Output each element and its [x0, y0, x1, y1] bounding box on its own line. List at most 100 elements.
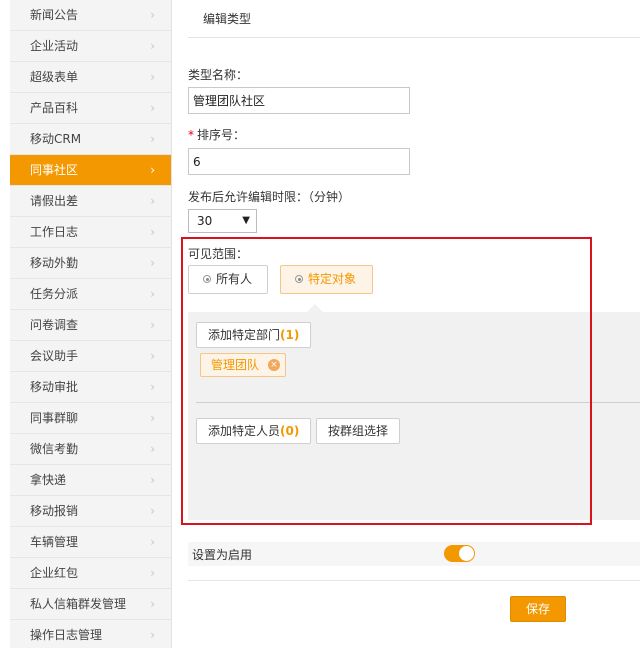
sidebar-item-label: 私人信箱群发管理: [30, 597, 127, 611]
sidebar-item-label: 企业红包: [30, 566, 79, 580]
chevron-right-icon: ›: [150, 504, 155, 518]
sidebar-item-events[interactable]: 企业活动 ›: [10, 31, 171, 62]
sidebar-item-super-form[interactable]: 超级表单 ›: [10, 62, 171, 93]
sidebar-item-label: 车辆管理: [30, 535, 79, 549]
sidebar-item-red-packet[interactable]: 企业红包 ›: [10, 558, 171, 589]
chevron-right-icon: ›: [150, 473, 155, 487]
sidebar-item-survey[interactable]: 问卷调查 ›: [10, 310, 171, 341]
sidebar-item-work-log[interactable]: 工作日志 ›: [10, 217, 171, 248]
chevron-right-icon: ›: [150, 194, 155, 208]
chevron-right-icon: ›: [150, 411, 155, 425]
sidebar-item-label: 同事社区: [30, 163, 79, 177]
sort-label: * 排序号：: [188, 126, 245, 143]
chevron-right-icon: ›: [150, 70, 155, 84]
sidebar-item-label: 移动外勤: [30, 256, 79, 270]
radio-icon: [295, 275, 303, 283]
group-select-button[interactable]: 按群组选择: [316, 418, 401, 444]
department-tag-label: 管理团队: [211, 358, 260, 372]
add-user-button[interactable]: 添加特定人员(0): [196, 418, 312, 444]
chevron-right-icon: ›: [150, 380, 155, 394]
time-limit-select[interactable]: 30 ▼: [188, 209, 257, 233]
sidebar-item-label: 会议助手: [30, 349, 79, 363]
type-name-input[interactable]: [188, 87, 410, 114]
radio-icon: [203, 275, 211, 283]
chevron-right-icon: ›: [150, 566, 155, 580]
visibility-option-all[interactable]: 所有人: [188, 265, 268, 294]
sort-input[interactable]: [188, 148, 410, 175]
add-department-label: 添加特定部门: [208, 328, 281, 342]
sidebar-item-label: 拿快递: [30, 473, 67, 487]
sidebar-item-label: 任务分派: [30, 287, 79, 301]
sidebar-item-approval[interactable]: 移动审批 ›: [10, 372, 171, 403]
sort-label-text: 排序号：: [197, 128, 246, 142]
sidebar-item-label: 移动报销: [30, 504, 79, 518]
sidebar-item-mobile-crm[interactable]: 移动CRM ›: [10, 124, 171, 155]
time-limit-value: 30: [197, 214, 213, 228]
chevron-right-icon: ›: [150, 628, 155, 642]
sidebar-item-news[interactable]: 新闻公告 ›: [10, 0, 171, 31]
sidebar-item-operation-log[interactable]: 操作日志管理 ›: [10, 620, 171, 648]
sidebar-item-label: 移动审批: [30, 380, 79, 394]
sidebar-item-product-wiki[interactable]: 产品百科 ›: [10, 93, 171, 124]
page-title: 编辑类型: [188, 0, 640, 38]
chevron-right-icon: ›: [150, 132, 155, 146]
sidebar-item-leave[interactable]: 请假出差 ›: [10, 186, 171, 217]
chevron-right-icon: ›: [150, 8, 155, 22]
sidebar-item-label: 工作日志: [30, 225, 79, 239]
sidebar-item-label: 微信考勤: [30, 442, 79, 456]
sidebar: 新闻公告 › 企业活动 › 超级表单 › 产品百科 › 移动CRM › 同事社区 › 请假出…: [10, 0, 172, 648]
chevron-right-icon: ›: [150, 442, 155, 456]
add-department-button[interactable]: 添加特定部门(1): [196, 322, 312, 348]
close-icon[interactable]: ×: [268, 359, 281, 371]
chevron-right-icon: ›: [150, 597, 155, 611]
visibility-option-label: 所有人: [216, 272, 253, 286]
sidebar-item-label: 新闻公告: [30, 8, 79, 22]
required-mark: *: [188, 128, 194, 142]
chevron-right-icon: ›: [150, 39, 155, 53]
sidebar-item-tasks[interactable]: 任务分派 ›: [10, 279, 171, 310]
divider: [188, 580, 640, 581]
sidebar-item-community[interactable]: 同事社区 ›: [10, 155, 171, 186]
sidebar-item-label: 请假出差: [30, 194, 79, 208]
chevron-right-icon: ›: [150, 163, 155, 177]
divider: [196, 402, 640, 403]
sidebar-item-reimburse[interactable]: 移动报销 ›: [10, 496, 171, 527]
sidebar-item-group-chat[interactable]: 同事群聊 ›: [10, 403, 171, 434]
sidebar-item-label: 移动CRM: [30, 132, 82, 146]
sidebar-item-label: 产品百科: [30, 101, 79, 115]
department-tag: 管理团队 ×: [200, 353, 287, 377]
caret-down-icon: ▼: [242, 215, 250, 226]
toggle-knob: [459, 546, 474, 561]
visibility-option-label: 特定对象: [308, 272, 357, 286]
sidebar-item-express[interactable]: 拿快递 ›: [10, 465, 171, 496]
sidebar-item-field-work[interactable]: 移动外勤 ›: [10, 248, 171, 279]
user-count: (0): [280, 424, 300, 438]
chevron-right-icon: ›: [150, 287, 155, 301]
sidebar-item-label: 问卷调查: [30, 318, 79, 332]
type-name-label: 类型名称：: [188, 68, 249, 82]
department-count: (1): [280, 328, 300, 342]
sidebar-item-label: 同事群聊: [30, 411, 79, 425]
sidebar-list: 新闻公告 › 企业活动 › 超级表单 › 产品百科 › 移动CRM › 同事社区 › 请假出…: [10, 0, 171, 648]
enable-label: 设置为启用: [192, 548, 253, 562]
main-content: 编辑类型 类型名称： *排序号： 发布后允许编辑时限：（分钟） 30 ▼ 可见范…: [188, 0, 640, 648]
chevron-right-icon: ›: [150, 225, 155, 239]
enable-toggle[interactable]: [444, 545, 475, 562]
visibility-option-specific[interactable]: 特定对象: [280, 265, 373, 294]
chevron-right-icon: ›: [150, 101, 155, 115]
chevron-right-icon: ›: [150, 349, 155, 363]
sidebar-item-vehicle[interactable]: 车辆管理 ›: [10, 527, 171, 558]
time-limit-label: 发布后允许编辑时限：（分钟）: [188, 190, 351, 204]
sidebar-item-meeting[interactable]: 会议助手 ›: [10, 341, 171, 372]
sidebar-item-mail-broadcast[interactable]: 私人信箱群发管理 ›: [10, 589, 171, 620]
chevron-right-icon: ›: [150, 318, 155, 332]
chevron-right-icon: ›: [150, 256, 155, 270]
visibility-label: 可见范围：: [188, 247, 249, 261]
sidebar-item-attendance[interactable]: 微信考勤 ›: [10, 434, 171, 465]
sidebar-item-label: 企业活动: [30, 39, 79, 53]
sidebar-item-label: 超级表单: [30, 70, 79, 84]
enable-row: 设置为启用: [188, 542, 640, 566]
save-button[interactable]: 保存: [510, 596, 566, 622]
chevron-right-icon: ›: [150, 535, 155, 549]
add-user-label: 添加特定人员: [208, 424, 281, 438]
